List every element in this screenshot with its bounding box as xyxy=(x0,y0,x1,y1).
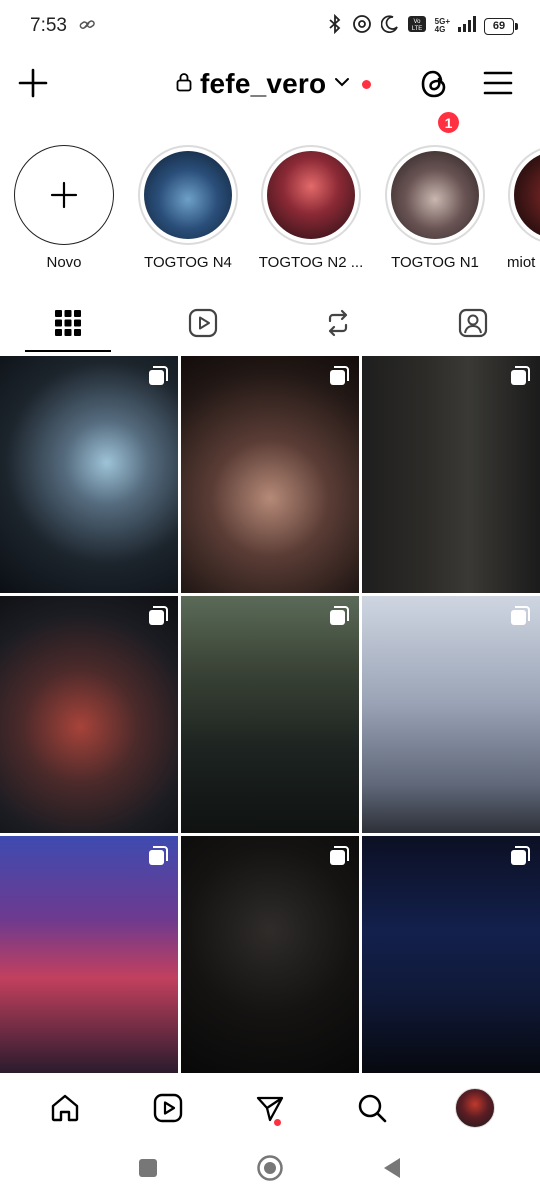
carousel-icon xyxy=(330,606,349,625)
bluetooth-icon xyxy=(327,13,343,39)
battery-level: 69 xyxy=(484,17,514,35)
hamburger-icon xyxy=(483,71,513,95)
story-label: TOGTOG N2 ... xyxy=(258,254,364,271)
nav-search[interactable] xyxy=(345,1081,399,1135)
story-label: TOGTOG N4 xyxy=(144,254,232,271)
signal-icon xyxy=(458,15,476,37)
post-thumbnail[interactable] xyxy=(181,836,359,1073)
home-icon xyxy=(51,1094,79,1122)
chevron-down-icon xyxy=(334,75,350,93)
recents-button[interactable] xyxy=(138,1158,158,1183)
tab-tagged[interactable] xyxy=(405,294,540,352)
back-button[interactable] xyxy=(382,1157,402,1184)
menu-button[interactable] xyxy=(482,68,514,98)
profile-header: fefe_vero 1 xyxy=(0,52,540,135)
lock-icon xyxy=(176,72,192,97)
svg-text:Vo: Vo xyxy=(413,19,421,25)
moon-icon xyxy=(380,14,399,38)
status-right: Vo LTE 5G+ 4G 69 xyxy=(327,13,518,39)
network-label: 5G+ 4G xyxy=(435,18,450,34)
back-triangle-icon xyxy=(384,1157,400,1178)
status-time: 7:53 xyxy=(30,15,67,36)
notification-badge: 1 xyxy=(436,110,461,135)
reels-icon xyxy=(153,1093,182,1123)
carousel-icon xyxy=(149,366,168,385)
tab-posts-grid[interactable] xyxy=(0,294,135,352)
circle-icon xyxy=(257,1154,283,1181)
threads-button[interactable] xyxy=(414,64,454,104)
story-highlights: Novo TOGTOG N4 TOGTOG N2 ... TOGTOG N1 m… xyxy=(0,140,540,280)
system-nav xyxy=(0,1140,540,1200)
story-highlight[interactable]: TOGTOG N1 xyxy=(380,140,490,271)
status-left: 7:53 xyxy=(30,15,95,37)
story-highlight[interactable]: TOGTOG N4 xyxy=(133,140,243,271)
unread-dot xyxy=(362,79,372,89)
nav-reels[interactable] xyxy=(141,1081,195,1135)
bottom-nav xyxy=(0,1076,540,1140)
story-ring xyxy=(508,145,540,245)
create-button[interactable] xyxy=(16,66,50,100)
carousel-icon xyxy=(511,366,530,385)
post-thumbnail[interactable] xyxy=(181,596,359,833)
story-label: miot xyxy=(507,254,536,271)
tab-reels[interactable] xyxy=(135,294,270,352)
send-icon xyxy=(256,1096,284,1122)
story-thumbnail xyxy=(144,151,232,239)
story-thumbnail xyxy=(267,151,355,239)
repost-icon xyxy=(328,309,347,337)
svg-text:LTE: LTE xyxy=(411,26,422,32)
unread-dot xyxy=(273,1119,281,1126)
post-thumbnail[interactable] xyxy=(362,356,540,593)
active-tab-indicator xyxy=(25,350,111,352)
search-icon xyxy=(359,1094,387,1123)
story-highlight[interactable]: miot xyxy=(503,140,540,271)
carousel-icon xyxy=(149,846,168,865)
post-thumbnail[interactable] xyxy=(0,356,178,593)
carousel-icon xyxy=(511,846,530,865)
tagged-icon xyxy=(458,308,487,338)
story-ring xyxy=(261,145,361,245)
story-label: Novo xyxy=(46,254,82,271)
post-thumbnail[interactable] xyxy=(0,836,178,1073)
plus-icon xyxy=(50,181,78,209)
carousel-icon xyxy=(330,366,349,385)
network-bottom: 4G xyxy=(434,25,446,34)
profile-tabs xyxy=(0,294,540,354)
status-bar: 7:53 Vo LTE 5G+ 4G 69 xyxy=(0,0,540,52)
carousel-icon xyxy=(330,846,349,865)
plus-icon xyxy=(18,68,48,98)
grid-icon xyxy=(54,310,81,336)
post-thumbnail[interactable] xyxy=(362,596,540,833)
battery-icon: 69 xyxy=(484,17,518,35)
carousel-icon xyxy=(511,606,530,625)
story-new[interactable]: Novo xyxy=(9,140,119,271)
story-thumbnail xyxy=(391,151,479,239)
post-thumbnail[interactable] xyxy=(362,836,540,1073)
story-highlight[interactable]: TOGTOG N2 ... xyxy=(256,140,366,271)
tab-reposts[interactable] xyxy=(270,294,405,352)
nav-home[interactable] xyxy=(38,1081,92,1135)
nav-profile[interactable] xyxy=(448,1081,502,1135)
home-system-button[interactable] xyxy=(256,1154,284,1187)
profile-avatar[interactable] xyxy=(454,1088,495,1128)
hotspot-link-icon xyxy=(351,14,373,39)
threads-icon xyxy=(421,70,446,98)
carousel-icon xyxy=(149,606,168,625)
square-icon xyxy=(139,1158,157,1177)
reels-icon xyxy=(188,308,217,338)
volte-icon: Vo LTE xyxy=(407,15,427,38)
story-ring xyxy=(138,145,238,245)
story-thumbnail xyxy=(514,151,540,239)
username: fefe_vero xyxy=(200,68,327,99)
account-switcher[interactable]: fefe_vero xyxy=(176,66,372,102)
link-icon xyxy=(79,15,95,37)
story-ring xyxy=(385,145,485,245)
new-highlight-circle[interactable] xyxy=(14,145,114,245)
nav-direct[interactable] xyxy=(243,1081,297,1135)
battery-tip xyxy=(515,22,518,30)
posts-grid xyxy=(0,356,540,1074)
story-label: TOGTOG N1 xyxy=(391,254,479,271)
post-thumbnail[interactable] xyxy=(0,596,178,833)
post-thumbnail[interactable] xyxy=(181,356,359,593)
